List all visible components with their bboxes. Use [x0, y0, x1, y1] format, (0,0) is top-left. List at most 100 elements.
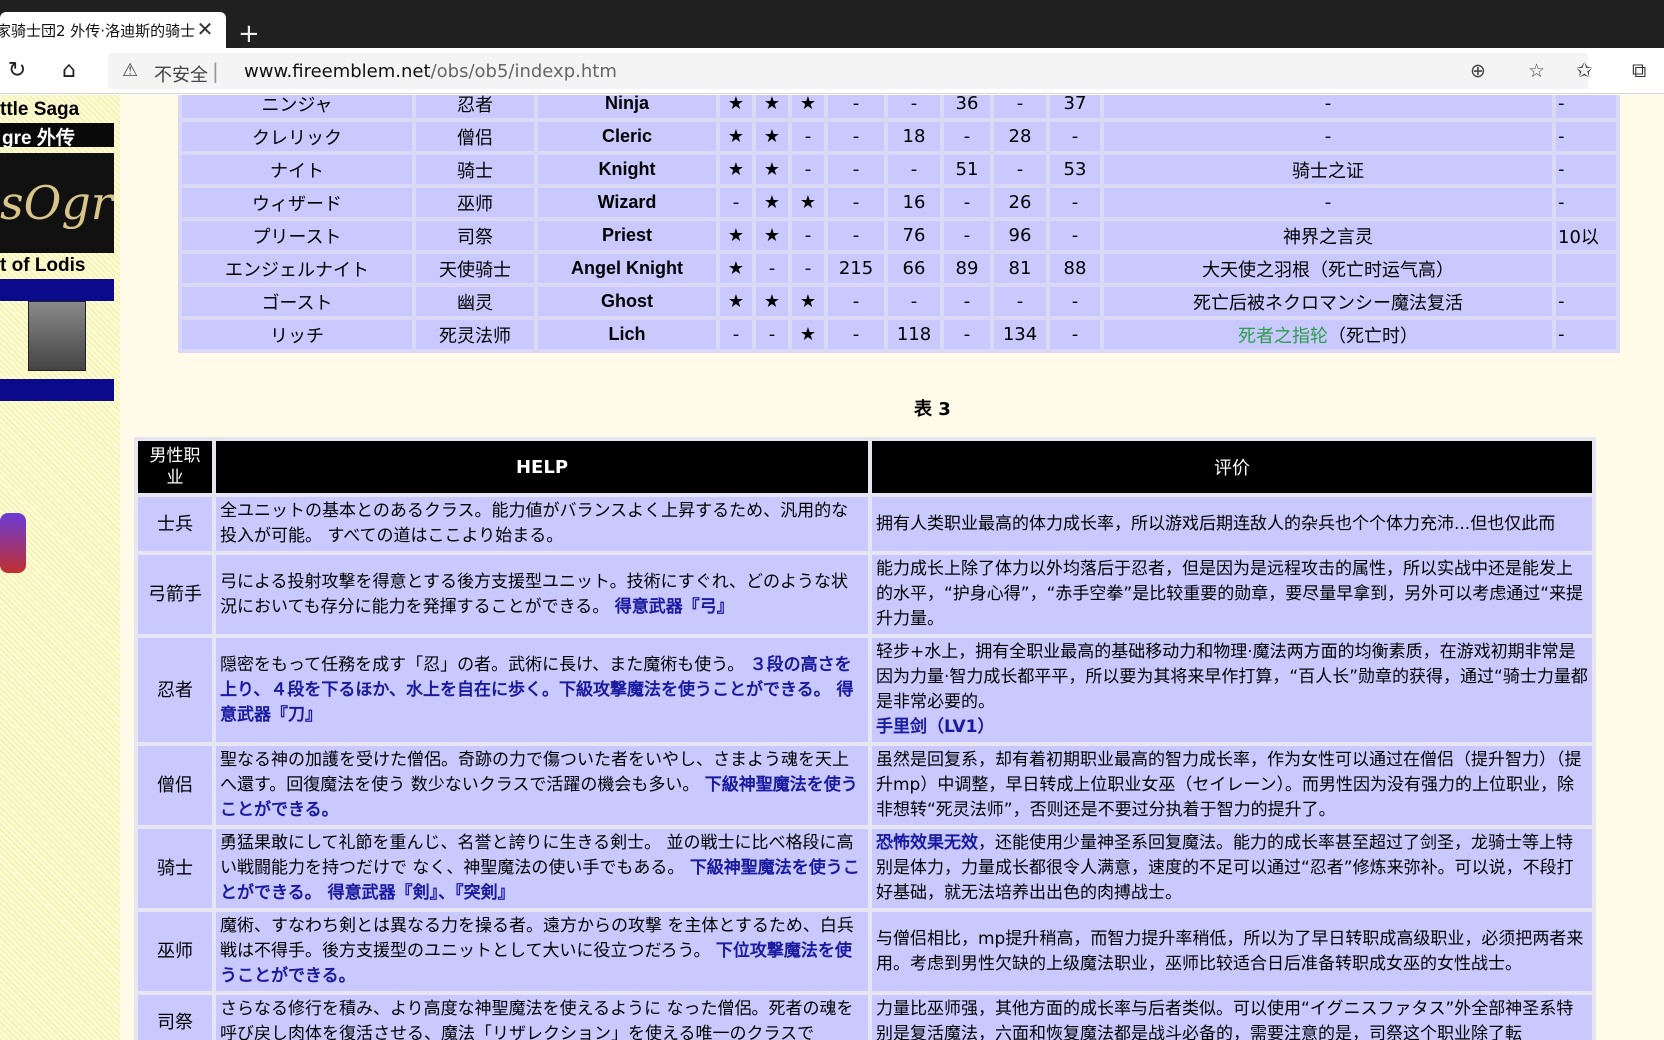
eval-plain: ，还能使用少量神圣系回复魔法。能力的成长率甚至超过了剑圣，龙骑士等上特别是体力，… — [876, 833, 1574, 903]
stats-cell-jp: クレリック — [182, 122, 412, 151]
reload-icon[interactable]: ↻ — [4, 58, 30, 84]
stats-cell-cn: 天使骑士 — [416, 254, 534, 283]
stats-cell-en: Lich — [538, 320, 716, 349]
stats-cell-c5: 53 — [1050, 155, 1100, 184]
stats-cell-s3: - — [792, 122, 824, 151]
stats-cell-s1: - — [720, 320, 752, 349]
stats-cell-note: - — [1104, 122, 1552, 151]
character-sprite — [0, 513, 26, 573]
close-tab-icon[interactable]: ✕ — [194, 18, 216, 40]
stats-cell-jp: ウィザード — [182, 188, 412, 217]
game-logo: sOgre外伝 — [0, 153, 114, 253]
tab-title: 家骑士団2 外传·洛迪斯的骑士 — [0, 21, 196, 40]
active-tab[interactable]: 家骑士団2 外传·洛迪斯的骑士 ✕ — [0, 12, 226, 48]
stats-cell-c2: 66 — [888, 254, 940, 283]
address-separator: | — [212, 59, 219, 83]
eval-plain: 力量比巫师强，其他方面的成长率与后者类似。可以使用“イグニスファタス”外全部神圣… — [876, 999, 1574, 1040]
stats-cell-c4: - — [994, 287, 1046, 316]
table-caption: 表 3 — [914, 399, 951, 420]
stats-cell-tail: - — [1556, 188, 1616, 217]
help-text: 勇猛果敢にして礼節を重んじ、名誉と誇りに生きる剣士。 並の戦士に比べ格段に高い戦… — [216, 829, 868, 908]
stats-cell-c5: - — [1050, 122, 1100, 151]
green-item-link[interactable]: 死者之指轮 — [1238, 326, 1328, 347]
eval-plain: 虽然是回复系，却有着初期职业最高的智力成长率，作为女性可以通过在僧侣（提升智力）… — [876, 750, 1582, 820]
stats-cell-s3: ★ — [792, 320, 824, 349]
header-help: HELP — [216, 441, 868, 493]
sidebar-title-line3: t of Lodis — [0, 255, 86, 276]
stats-cell-tail: - — [1556, 95, 1616, 118]
stats-cell-c4: - — [994, 95, 1046, 118]
stats-cell-s3: - — [792, 254, 824, 283]
stats-cell-jp: ナイト — [182, 155, 412, 184]
stats-cell-c2: 16 — [888, 188, 940, 217]
stats-cell-c2: - — [888, 287, 940, 316]
stats-cell-s2: - — [756, 320, 788, 349]
stats-cell-c1: - — [828, 221, 884, 250]
stats-cell-c3: - — [944, 188, 990, 217]
eval-plain: 轻步+水上，拥有全职业最高的基础移动力和物理·魔法两方面的均衡素质，在游戏初期非… — [876, 642, 1588, 712]
stats-cell-cn: 巫师 — [416, 188, 534, 217]
help-text: 魔術、すなわち剣とは異なる力を操る者。遠方からの攻撃 を主体とするため、白兵戦は… — [216, 912, 868, 991]
help-text: さらなる修行を積み、より高度な神聖魔法を使えるように なった僧侶。死者の魂を呼び… — [216, 995, 868, 1040]
stats-row: リッチ 死灵法师 Lich - - ★ -118-134- 死者之指轮（死亡时） - — [182, 320, 1616, 349]
help-text: 全ユニットの基本とのあるクラス。能力値がバランスよく上昇するため、汎用的な投入が… — [216, 497, 868, 551]
stats-cell-c1: 215 — [828, 254, 884, 283]
stats-cell-c3: - — [944, 320, 990, 349]
stats-cell-s2: ★ — [756, 122, 788, 151]
stats-cell-jp: リッチ — [182, 320, 412, 349]
stats-cell-note: 大天使之羽根（死亡时运气高） — [1104, 254, 1552, 283]
stats-cell-c2: - — [888, 155, 940, 184]
evaluation-text: 轻步+水上，拥有全职业最高的基础移动力和物理·魔法两方面的均衡素质，在游戏初期非… — [872, 638, 1592, 742]
description-row: 僧侣 聖なる神の加護を受けた僧侶。奇跡の力で傷ついた者をいやし、さまよう魂を天上へ… — [138, 746, 1592, 825]
left-sidebar: ttle Saga gre 外传 sOgre外伝 t of Lodis — [0, 95, 120, 1040]
stats-cell-s1: ★ — [720, 287, 752, 316]
stats-cell-tail: - — [1556, 155, 1616, 184]
warning-icon[interactable]: ⚠ — [122, 60, 138, 81]
evaluation-text: 与僧侣相比，mp提升稍高，而智力提升率稍低，所以为了早日转职成高级职业，必须把两… — [872, 912, 1592, 991]
help-plain: さらなる修行を積み、より高度な神聖魔法を使えるように なった僧侶。死者の魂を呼び… — [220, 999, 854, 1040]
eval-plain: 与僧侣相比，mp提升稍高，而智力提升率稍低，所以为了早日转职成高级职业，必须把两… — [876, 928, 1584, 974]
home-icon[interactable]: ⌂ — [56, 58, 82, 84]
collections-icon[interactable]: ⧉ — [1632, 58, 1646, 82]
stats-cell-note: 死者之指轮（死亡时） — [1104, 320, 1552, 349]
stats-cell-c1: - — [828, 155, 884, 184]
job-name: 忍者 — [138, 638, 212, 742]
stats-cell-c2: 118 — [888, 320, 940, 349]
class-description-table: 男性职业 HELP 评价 士兵 全ユニットの基本とのあるクラス。能力値がバランスよ… — [134, 437, 1596, 1040]
sidebar-divider-bottom — [0, 379, 114, 401]
help-text: 隠密をもって任務を成す「忍」の者。武術に長け、また魔術も使う。 ３段の高さを上り… — [216, 638, 868, 742]
class-stats-table: ニンジャ 忍者 Ninja ★ ★ ★ - -36-37- - クレリック 僧侣 Cleric ★ ★ - -… — [178, 95, 1620, 353]
description-row: 弓箭手 弓による投射攻撃を得意とする後方支援型ユニット。技術にすぐれ、どのような状… — [138, 555, 1592, 634]
description-row: 巫师 魔術、すなわち剣とは異なる力を操る者。遠方からの攻撃 を主体とするため、白兵… — [138, 912, 1592, 991]
insecure-label[interactable]: 不安全 — [154, 61, 208, 87]
stats-cell-s2: ★ — [756, 155, 788, 184]
character-portrait[interactable] — [28, 301, 86, 371]
zoom-icon[interactable]: ⊕ — [1470, 60, 1486, 82]
job-name: 司祭 — [138, 995, 212, 1040]
address-bar-row: ↻ ⌂ ⚠ 不安全 | www.fireemblem.net/obs/ob5/i… — [0, 48, 1664, 94]
stats-cell-note: 死亡后被ネクロマンシー魔法复活 — [1104, 287, 1552, 316]
stats-cell-tail: - — [1556, 122, 1616, 151]
stats-cell-cn: 死灵法师 — [416, 320, 534, 349]
stats-cell-en: Priest — [538, 221, 716, 250]
stats-cell-c2: 76 — [888, 221, 940, 250]
stats-cell-c1: - — [828, 95, 884, 118]
stats-cell-s1: ★ — [720, 122, 752, 151]
stats-cell-cn: 忍者 — [416, 95, 534, 118]
url-host: www.fireemblem.net — [244, 61, 431, 82]
job-name: 弓箭手 — [138, 555, 212, 634]
url-text[interactable]: www.fireemblem.net/obs/ob5/indexp.htm — [244, 61, 617, 82]
help-plain: 全ユニットの基本とのあるクラス。能力値がバランスよく上昇するため、汎用的な投入が… — [220, 501, 849, 546]
stats-cell-c5: 88 — [1050, 254, 1100, 283]
address-bar[interactable]: ⚠ 不安全 | www.fireemblem.net/obs/ob5/index… — [108, 53, 1588, 89]
add-favorite-icon[interactable]: ☆ — [1528, 60, 1545, 82]
description-row: 司祭 さらなる修行を積み、より高度な神聖魔法を使えるように なった僧侶。死者の魂を… — [138, 995, 1592, 1040]
help-text: 弓による投射攻撃を得意とする後方支援型ユニット。技術にすぐれ、どのような状況にお… — [216, 555, 868, 634]
stats-cell-c2: - — [888, 95, 940, 118]
stats-cell-c2: 18 — [888, 122, 940, 151]
favorites-icon[interactable]: ✩ — [1576, 58, 1593, 82]
stats-cell-cn: 骑士 — [416, 155, 534, 184]
new-tab-button[interactable]: + — [238, 21, 260, 47]
stats-cell-s3: - — [792, 155, 824, 184]
stats-cell-s3: ★ — [792, 95, 824, 118]
